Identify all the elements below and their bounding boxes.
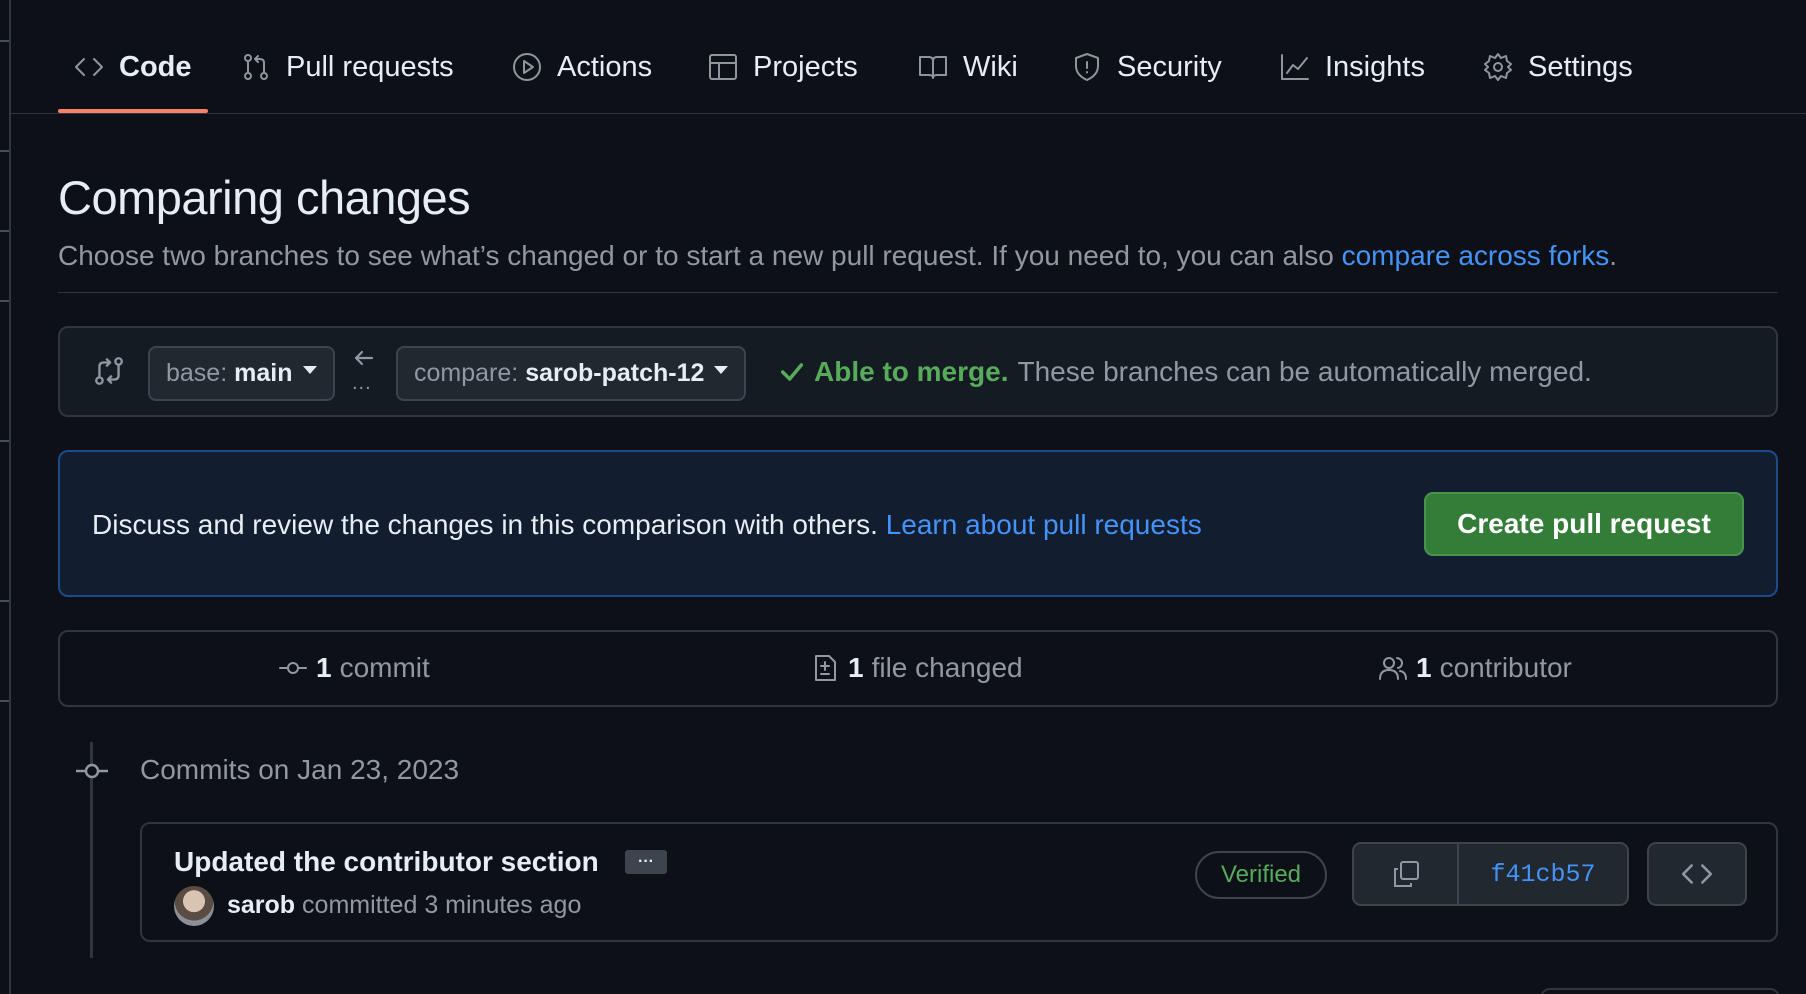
git-compare-icon — [95, 357, 123, 385]
arrow-left-icon — [352, 346, 376, 370]
compare-prefix: compare: — [414, 359, 519, 387]
commit-sha-group: f41cb57 — [1352, 842, 1629, 906]
active-tab-underline — [58, 109, 208, 113]
contributors-count: 1 — [1416, 652, 1432, 683]
merge-status-text: These branches can be automatically merg… — [1017, 356, 1592, 387]
tab-wiki[interactable]: Wiki — [917, 44, 1018, 90]
tab-projects[interactable]: Projects — [707, 44, 858, 90]
compare-branch-name: sarob-patch-12 — [525, 359, 705, 387]
subtitle-text: Choose two branches to see what’s change… — [58, 240, 1342, 271]
check-icon — [780, 363, 804, 381]
table-icon — [709, 54, 737, 80]
tab-actions[interactable]: Actions — [511, 44, 652, 90]
tab-insights-label: Insights — [1325, 50, 1425, 83]
chevron-down-icon — [302, 365, 317, 374]
compare-across-forks-link[interactable]: compare across forks — [1342, 240, 1610, 271]
browse-repo-at-commit-button[interactable] — [1647, 842, 1747, 906]
avatar[interactable] — [174, 886, 214, 926]
base-prefix: base: — [166, 359, 228, 387]
summary-contributors[interactable]: 1 contributor — [1378, 652, 1572, 684]
files-label: file changed — [871, 652, 1023, 683]
commit-sha-link[interactable]: f41cb57 — [1459, 844, 1627, 904]
page-subtitle: Choose two branches to see what’s change… — [58, 240, 1617, 272]
flash-text: Discuss and review the changes in this c… — [92, 509, 1202, 541]
chevron-down-icon — [714, 365, 729, 374]
tab-security[interactable]: Security — [1071, 44, 1222, 90]
tab-insights[interactable]: Insights — [1279, 44, 1425, 90]
tab-projects-label: Projects — [753, 50, 858, 83]
commit-time: 3 minutes ago — [424, 891, 582, 919]
tab-code-label: Code — [119, 50, 192, 83]
left-edge-strip — [0, 0, 11, 994]
commit-expand-button[interactable]: ··· — [625, 850, 667, 874]
book-icon — [919, 56, 947, 79]
learn-pull-requests-link[interactable]: Learn about pull requests — [886, 509, 1202, 540]
commit-row: Updated the contributor section ··· saro… — [140, 822, 1778, 942]
graph-icon — [1281, 54, 1309, 80]
tab-pull-requests-label: Pull requests — [286, 50, 454, 83]
subtitle-suffix: . — [1609, 240, 1618, 271]
tab-code[interactable]: Code — [73, 44, 192, 90]
gear-icon — [1484, 53, 1512, 81]
copy-icon — [1393, 861, 1419, 887]
repo-nav: Code Pull requests Actions Projects Wiki… — [11, 0, 1806, 114]
commit-title-link[interactable]: Updated the contributor section — [174, 846, 599, 878]
base-branch-select[interactable]: base: main — [148, 346, 335, 401]
compare-branch-select[interactable]: compare: sarob-patch-12 — [396, 346, 747, 401]
tab-settings-label: Settings — [1528, 50, 1633, 83]
compare-flash: Discuss and review the changes in this c… — [58, 450, 1778, 597]
contributors-label: contributor — [1439, 652, 1572, 683]
verified-badge[interactable]: Verified — [1195, 851, 1327, 899]
tab-security-label: Security — [1117, 50, 1222, 83]
code-icon — [1681, 864, 1713, 884]
commit-action: committed — [302, 891, 418, 919]
commits-date-heading: Commits on Jan 23, 2023 — [140, 754, 460, 785]
range-dots: ... — [352, 372, 372, 394]
git-commit-icon — [279, 662, 307, 674]
git-pull-request-icon — [244, 54, 268, 80]
files-count: 1 — [848, 652, 864, 683]
merge-status: Able to merge. These branches can be aut… — [778, 356, 1592, 388]
code-icon — [75, 58, 103, 76]
people-icon — [1379, 657, 1407, 680]
summary-files[interactable]: 1 file changed — [810, 652, 1023, 684]
tab-settings[interactable]: Settings — [1482, 44, 1633, 90]
commit-author-link[interactable]: sarob — [227, 891, 295, 919]
play-icon — [513, 53, 541, 81]
create-pull-request-button[interactable]: Create pull request — [1424, 492, 1744, 556]
commits-label: commit — [339, 652, 430, 683]
git-commit-icon — [76, 763, 108, 779]
commits-count: 1 — [316, 652, 332, 683]
shield-icon — [1075, 53, 1099, 81]
copy-sha-button[interactable] — [1354, 844, 1459, 904]
compare-summary: 1 commit 1 file changed 1 contributor — [58, 630, 1778, 707]
tab-actions-label: Actions — [557, 50, 653, 83]
flash-message: Discuss and review the changes in this c… — [92, 509, 878, 540]
summary-commits[interactable]: 1 commit — [278, 652, 430, 684]
base-branch-name: main — [234, 359, 293, 387]
commit-meta: sarob committed 3 minutes ago — [227, 891, 581, 920]
range-editor: base: main ... compare: sarob-patch-12 A… — [58, 326, 1778, 417]
file-diff-icon — [815, 655, 836, 681]
tab-wiki-label: Wiki — [963, 50, 1018, 83]
merge-status-strong: Able to merge. — [814, 356, 1009, 387]
next-section-edge — [1540, 988, 1780, 994]
page-title: Comparing changes — [58, 171, 471, 224]
divider — [58, 292, 1778, 293]
tab-pull-requests[interactable]: Pull requests — [240, 44, 454, 90]
